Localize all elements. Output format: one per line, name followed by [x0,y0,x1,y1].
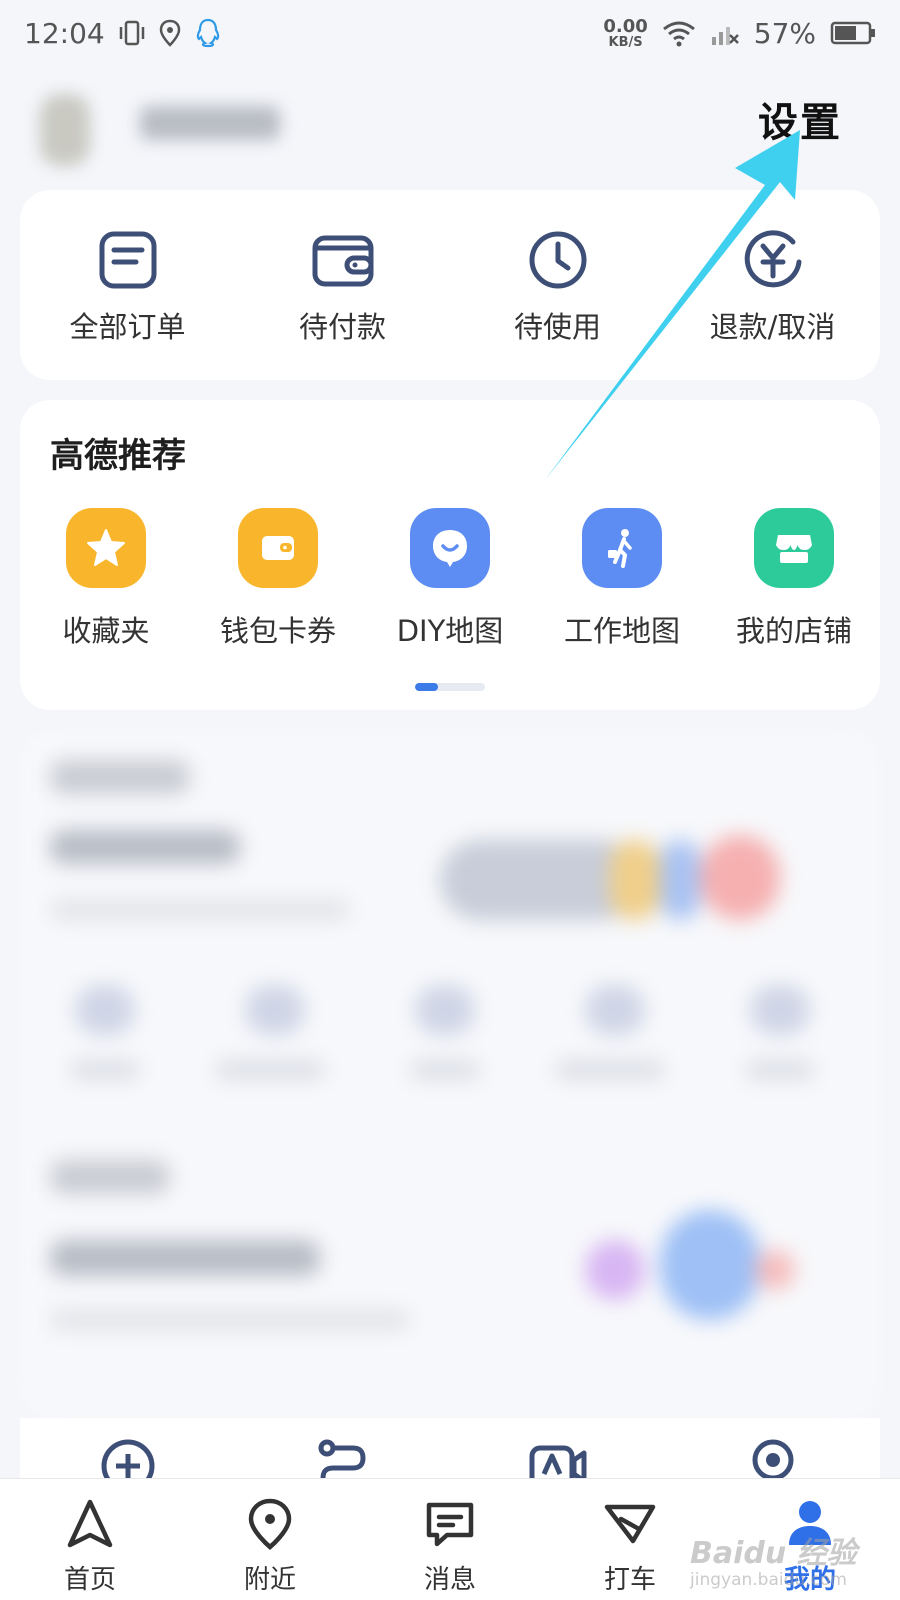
watermark-sub: jingyan.baidu.com [690,1570,847,1590]
order-label: 退款/取消 [709,310,836,344]
nav-label: 首页 [63,1565,116,1595]
star-icon [66,508,146,588]
rec-label: 收藏夹 [62,614,150,648]
quick-actions-bar [20,1418,880,1478]
vibrate-icon [119,19,145,47]
wifi-icon [662,19,696,47]
map-pin-icon [248,1498,292,1550]
order-label: 待付款 [298,310,386,344]
qq-icon [195,18,221,48]
nav-messages[interactable]: 消息 [360,1479,540,1600]
watermark-text: Baidu 经验 [690,1536,857,1571]
settings-link[interactable]: 设置 [758,90,842,148]
navigate-arrow-icon [67,1499,113,1548]
quick-route[interactable] [235,1418,450,1478]
battery-icon [830,20,876,46]
status-time: 12:04 [24,16,105,50]
net-speed: 0.00 KB/S [603,15,648,50]
order-label: 全部订单 [69,310,186,344]
status-right: 0.00 KB/S 57% [603,17,876,50]
status-left: 12:04 [24,17,221,50]
status-bar: 12:04 0.00 KB/S 57% [0,0,900,66]
username-blurred[interactable] [140,106,280,140]
clock-icon [529,231,586,289]
nav-home[interactable]: 首页 [0,1479,180,1600]
watermark: Baidu 经验 jingyan.baidu.com [690,1528,880,1594]
quick-camera[interactable] [450,1418,665,1478]
nav-label: 消息 [423,1565,476,1595]
recommend-row: 收藏夹 钱包卡券 DIY地图 工作地图 我的店铺 [20,508,880,650]
page-indicator-active [415,683,439,691]
rec-label: 工作地图 [563,614,680,648]
quick-record[interactable] [665,1418,880,1478]
page-indicator [415,683,485,691]
wallet-icon [312,235,373,287]
recommend-title: 高德推荐 [50,436,186,476]
rec-item-favorites[interactable]: 收藏夹 [20,508,192,650]
wallet-card-icon [238,508,318,588]
route-icon [318,1439,366,1478]
signal-icon [710,19,740,47]
rec-item-wallet[interactable]: 钱包卡券 [192,508,364,650]
record-icon [752,1439,793,1478]
refund-icon [744,230,801,288]
add-circle-icon [101,1439,154,1478]
order-list-icon [99,231,156,289]
blurred-content [20,730,880,1420]
rec-item-my-store[interactable]: 我的店铺 [708,508,880,650]
recommend-card: 高德推荐 收藏夹 钱包卡券 DIY地图 工作地图 我的店铺 [20,400,880,710]
avatar[interactable] [40,94,90,166]
store-icon [754,508,834,588]
rec-label: DIY地图 [396,614,504,648]
order-item-pending-payment[interactable]: 待付款 [235,190,450,380]
walker-icon [582,508,662,588]
profile-header: 设置 [0,66,900,190]
order-item-refund[interactable]: 退款/取消 [665,190,880,380]
location-icon [159,19,181,47]
video-camera-icon [529,1445,586,1478]
nav-label: 附近 [243,1565,296,1595]
battery-percent: 57% [753,16,816,50]
orders-card: 全部订单 待付款 待使用 退款/取消 [20,190,880,380]
taxi-icon [604,1504,656,1544]
nav-label: 打车 [603,1565,656,1595]
net-speed-value: 0.00 [603,15,648,37]
nav-nearby[interactable]: 附近 [180,1479,360,1600]
rec-item-work-map[interactable]: 工作地图 [536,508,708,650]
message-icon [426,1502,474,1547]
chat-bubble-icon [410,508,490,588]
order-label: 待使用 [513,310,601,344]
order-item-to-use[interactable]: 待使用 [450,190,665,380]
net-speed-unit: KB/S [608,34,643,50]
rec-item-diy-map[interactable]: DIY地图 [364,508,536,650]
quick-add[interactable] [20,1418,235,1478]
order-item-all[interactable]: 全部订单 [20,190,235,380]
rec-label: 钱包卡券 [219,614,336,648]
rec-label: 我的店铺 [735,614,852,648]
